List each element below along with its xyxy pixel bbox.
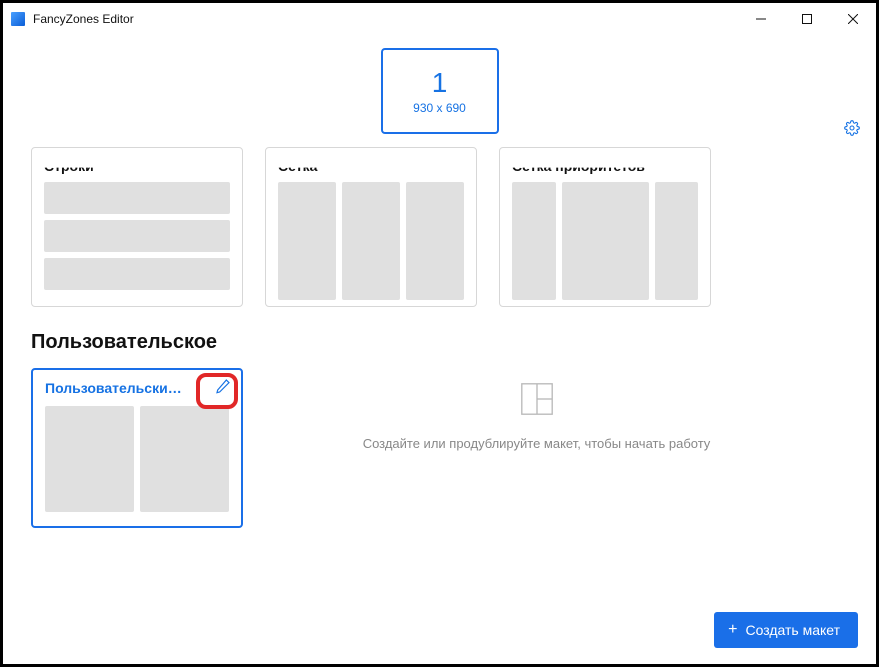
zone-cell (342, 182, 400, 300)
custom-layout-title: Пользовательский... (45, 380, 185, 396)
zone-cell (44, 258, 230, 290)
app-icon (11, 12, 25, 26)
maximize-button[interactable] (784, 3, 830, 35)
template-title: Сетка приоритетов (512, 158, 698, 174)
template-preview (278, 182, 464, 300)
template-title: Строки (44, 158, 230, 174)
plus-icon: + (728, 622, 737, 638)
zone-cell (512, 182, 556, 300)
templates-row: Строки Сетка Сетка приоритетов (3, 147, 876, 307)
zone-cell (562, 182, 649, 300)
header: 1 930 x 690 (3, 35, 876, 147)
empty-hint-text: Создайте или продублируйте макет, чтобы … (363, 436, 711, 451)
window-title: FancyZones Editor (33, 12, 134, 26)
zone-cell (406, 182, 464, 300)
template-title: Сетка (278, 158, 464, 174)
monitor-card[interactable]: 1 930 x 690 (381, 48, 499, 134)
edit-layout-button[interactable] (215, 378, 231, 399)
zone-cell (44, 220, 230, 252)
zone-cell (278, 182, 336, 300)
settings-button[interactable] (844, 120, 860, 141)
template-card-grid[interactable]: Сетка (265, 147, 477, 307)
zone-cell (140, 406, 229, 512)
highlight-annotation (196, 373, 238, 409)
template-preview (512, 182, 698, 300)
custom-row: Пользовательский... Создайте или продубл… (3, 368, 876, 528)
titlebar: FancyZones Editor (3, 3, 876, 35)
custom-section-title: Пользовательское (31, 331, 876, 354)
zone-cell (655, 182, 699, 300)
zone-cell (44, 182, 230, 214)
monitor-dims: 930 x 690 (413, 101, 466, 115)
close-button[interactable] (830, 3, 876, 35)
create-layout-button[interactable]: + Создать макет (714, 612, 858, 648)
create-button-label: Создать макет (745, 622, 840, 638)
minimize-button[interactable] (738, 3, 784, 35)
layout-icon (518, 380, 556, 418)
template-card-rows[interactable]: Строки (31, 147, 243, 307)
template-preview (44, 182, 230, 300)
custom-layout-card[interactable]: Пользовательский... (31, 368, 243, 528)
empty-state: Создайте или продублируйте макет, чтобы … (265, 368, 848, 451)
zone-cell (45, 406, 134, 512)
template-card-priority[interactable]: Сетка приоритетов (499, 147, 711, 307)
monitor-index: 1 (432, 67, 448, 99)
custom-preview (45, 406, 229, 512)
